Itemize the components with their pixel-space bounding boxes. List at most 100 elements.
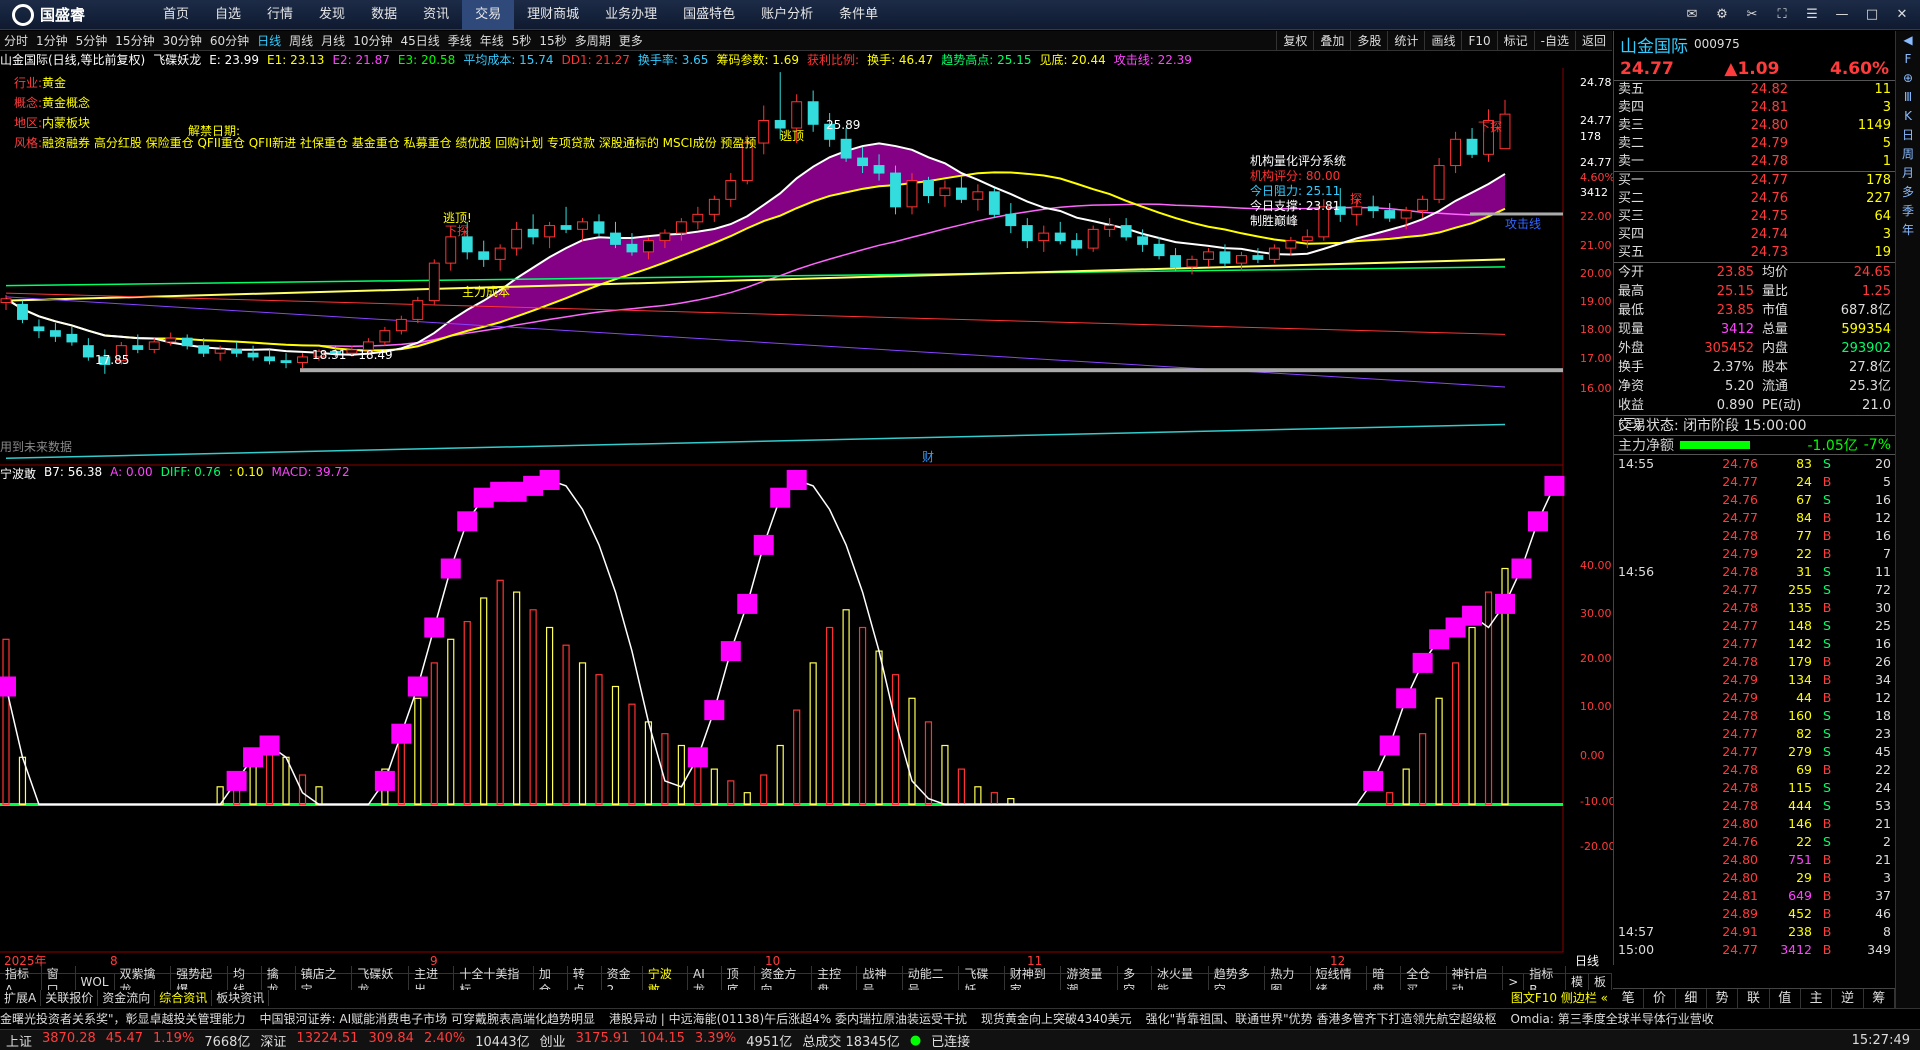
tick-list[interactable]: 14:55 24.76 83 S 20 24.77 24 B 5 24.76 67 S 16 24.77 8… <box>1614 455 1895 959</box>
news-item[interactable]: 金曙光投资者关系奖"，彰显卓越投关管理能力 <box>0 1009 246 1028</box>
close-icon[interactable]: ✕ <box>1892 5 1912 25</box>
period-tab[interactable]: 30分钟 <box>159 31 206 51</box>
period-tab[interactable]: 5分钟 <box>72 31 112 51</box>
order-level[interactable]: 买四 24.74 3 <box>1614 226 1895 244</box>
minimize-icon[interactable]: — <box>1832 5 1852 25</box>
index-quote[interactable]: 深证 13224.51 309.84 2.40% 10443亿 <box>260 1031 529 1050</box>
news-item[interactable]: 强化"背靠祖国、联通世界"优势 香港多管齐下打造领先航空超级枢 <box>1146 1009 1497 1028</box>
news-item[interactable]: 中国银河证券: AI赋能消费电子市场 可穿戴腕表高端化趋势明显 <box>260 1009 595 1028</box>
extension-tab[interactable]: 资金流向 <box>98 990 156 1006</box>
settings-icon[interactable]: ⚙ <box>1712 5 1732 25</box>
order-level[interactable]: 卖一 24.78 1 <box>1614 153 1895 171</box>
right-toolbar-icon[interactable]: 季 <box>1896 202 1920 221</box>
right-toolbar-icon[interactable]: 多 <box>1896 183 1920 202</box>
extension-tab[interactable]: 综合资讯 <box>155 990 213 1006</box>
order-level[interactable]: 买三 24.75 64 <box>1614 208 1895 226</box>
side-tab[interactable]: 逆 <box>1832 989 1864 1008</box>
menu-item[interactable]: 发现 <box>306 0 358 30</box>
maximize-icon[interactable]: □ <box>1862 5 1882 25</box>
chart-tool-button[interactable]: F10 <box>1461 30 1496 51</box>
index-quote[interactable]: 上证 3870.28 45.47 1.19% 7668亿 <box>6 1031 250 1050</box>
period-tab[interactable]: 周线 <box>285 31 317 51</box>
period-tab[interactable]: 45日线 <box>396 31 443 51</box>
news-item[interactable]: 现货黄金向上突破4340美元 <box>981 1009 1132 1028</box>
kline-svg[interactable] <box>0 52 1612 972</box>
right-toolbar-icon[interactable]: 年 <box>1896 221 1920 240</box>
period-tab[interactable]: 分时 <box>0 31 32 51</box>
chart-tool-button[interactable]: 多股 <box>1350 30 1387 51</box>
menu-item[interactable]: 行情 <box>254 0 306 30</box>
app-logo[interactable]: 国盛睿 <box>0 3 150 26</box>
menu-item[interactable]: 业务办理 <box>592 0 670 30</box>
menu-item[interactable]: 国盛特色 <box>670 0 748 30</box>
menu-item[interactable]: 条件单 <box>826 0 891 30</box>
period-tab[interactable]: 10分钟 <box>349 31 396 51</box>
side-tab[interactable]: 联 <box>1738 989 1770 1008</box>
news-item[interactable]: Omdia: 第三季度全球半导体行业营收 <box>1510 1009 1713 1028</box>
extension-tab[interactable]: 关联报价 <box>41 990 99 1006</box>
indicator-tab[interactable]: 板 <box>1589 973 1612 990</box>
right-toolbar-icon[interactable]: ◀ <box>1896 31 1920 50</box>
chart-tool-button[interactable]: -自选 <box>1533 30 1575 51</box>
kline-chart-area[interactable]: 山金国际(日线,等比前复权) 飞碟妖龙 E: 23.99 E1: 23.13 E2: 2… <box>0 52 1615 968</box>
order-level[interactable]: 买二 24.76 227 <box>1614 190 1895 208</box>
f10-toggle[interactable]: 图文F10 侧边栏 « <box>1507 990 1612 1006</box>
menu-item[interactable]: 理财商城 <box>514 0 592 30</box>
order-level[interactable]: 买一 24.77 178 <box>1614 172 1895 190</box>
chart-tool-button[interactable]: 标记 <box>1496 30 1534 51</box>
chart-tool-button[interactable]: 叠加 <box>1313 30 1350 51</box>
tools-icon[interactable]: ✂ <box>1742 5 1762 25</box>
period-tab[interactable]: 更多 <box>615 31 647 51</box>
chart-tool-button[interactable]: 复权 <box>1276 30 1313 51</box>
menu-item[interactable]: 资讯 <box>410 0 462 30</box>
chart-tool-button[interactable]: 统计 <box>1387 30 1424 51</box>
fullscreen-icon[interactable]: ⛶ <box>1772 5 1792 25</box>
indicator-tab[interactable]: 模 <box>1566 973 1589 990</box>
order-level[interactable]: 卖四 24.81 3 <box>1614 99 1895 117</box>
chart-tool-button[interactable]: 返回 <box>1574 30 1612 51</box>
period-tab[interactable]: 多周期 <box>571 31 615 51</box>
period-tab[interactable]: 年线 <box>476 31 508 51</box>
indicator-tab[interactable]: WOL <box>76 973 115 990</box>
period-tab[interactable]: 5秒 <box>508 31 536 51</box>
order-level[interactable]: 卖五 24.82 11 <box>1614 81 1895 99</box>
capital-flow[interactable]: 主力净额 -1.05亿 -7% <box>1614 435 1895 455</box>
side-tab[interactable]: 主 <box>1801 989 1833 1008</box>
stock-name[interactable]: 山金国际 <box>1620 32 1688 57</box>
message-icon[interactable]: ✉ <box>1682 5 1702 25</box>
indicator-tab[interactable]: > <box>1503 973 1525 990</box>
menu-item[interactable]: 账户分析 <box>748 0 826 30</box>
order-level[interactable]: 卖二 24.79 5 <box>1614 135 1895 153</box>
side-tab[interactable]: 势 <box>1707 989 1739 1008</box>
period-tab[interactable]: 1分钟 <box>32 31 72 51</box>
extension-tab[interactable]: 扩展A <box>0 990 42 1006</box>
right-toolbar-icon[interactable]: ⊕ <box>1896 69 1920 88</box>
index-quote[interactable]: 创业 3175.91 104.15 3.39% 4951亿 <box>540 1031 793 1050</box>
side-tab[interactable]: 价 <box>1644 989 1676 1008</box>
period-tab[interactable]: 60分钟 <box>206 31 253 51</box>
date-axis-period[interactable]: 日线 <box>1575 954 1599 968</box>
side-tab[interactable]: 值 <box>1770 989 1801 1008</box>
menu-item[interactable]: 数据 <box>358 0 410 30</box>
right-toolbar-icon[interactable]: 月 <box>1896 164 1920 183</box>
side-tab[interactable]: 笔 <box>1613 989 1645 1008</box>
chart-tool-button[interactable]: 画线 <box>1424 30 1461 51</box>
side-tab[interactable]: 筹 <box>1864 989 1895 1008</box>
period-tab[interactable]: 15秒 <box>535 31 570 51</box>
menu-icon[interactable]: ☰ <box>1802 5 1822 25</box>
order-level[interactable]: 卖三 24.80 1149 <box>1614 117 1895 135</box>
menu-item[interactable]: 自选 <box>202 0 254 30</box>
order-level[interactable]: 买五 24.73 19 <box>1614 244 1895 262</box>
side-tab[interactable]: 细 <box>1676 989 1707 1008</box>
period-tab[interactable]: 日线 <box>253 31 285 51</box>
period-tab[interactable]: 15分钟 <box>111 31 158 51</box>
news-ticker[interactable]: 金曙光投资者关系奖"，彰显卓越投关管理能力 中国银河证券: AI赋能消费电子市场 … <box>0 1008 1920 1028</box>
news-item[interactable]: 港股异动 | 中远海能(01138)午后涨超4% 委内瑞拉原油装运受干扰 <box>609 1009 967 1028</box>
right-toolbar-icon[interactable]: K <box>1896 107 1920 126</box>
right-toolbar-icon[interactable]: F <box>1896 50 1920 69</box>
period-tab[interactable]: 季线 <box>444 31 476 51</box>
period-tab[interactable]: 月线 <box>317 31 349 51</box>
right-toolbar-icon[interactable]: 周 <box>1896 145 1920 164</box>
right-toolbar-icon[interactable]: 日 <box>1896 126 1920 145</box>
right-toolbar-icon[interactable]: Ⅲ <box>1896 88 1920 107</box>
